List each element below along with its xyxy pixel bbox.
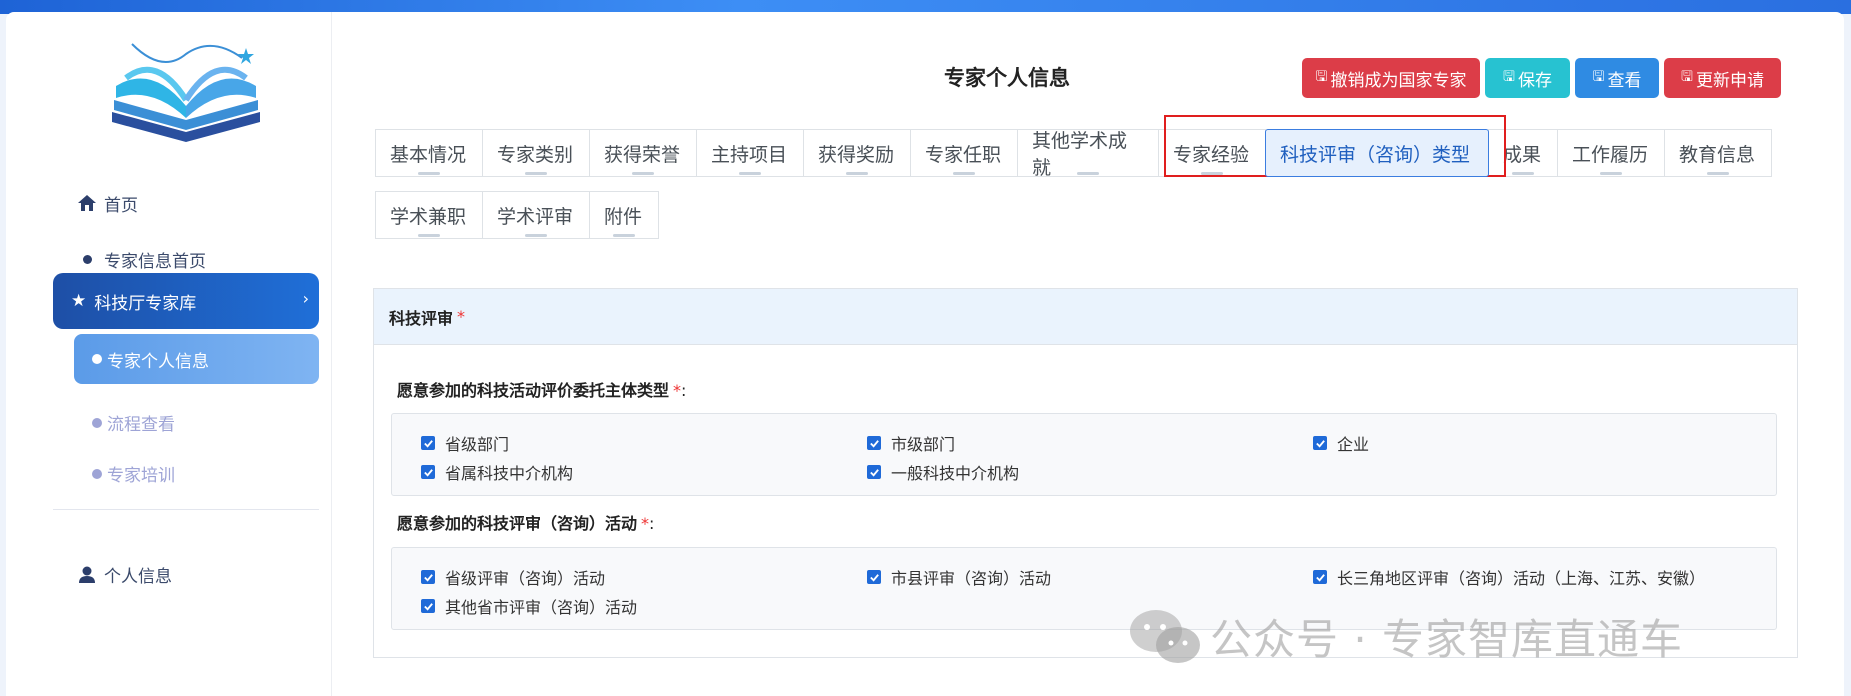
nav-expert-home-label: 专家信息首页 bbox=[104, 251, 206, 272]
tab-education[interactable]: 教育信息 bbox=[1664, 129, 1772, 177]
sub-item-training[interactable]: 专家培训 bbox=[92, 461, 175, 486]
sub-item-personal-info[interactable]: 专家个人信息 bbox=[74, 334, 319, 384]
wechat-icon bbox=[1130, 609, 1200, 663]
tabs-row-2: 学术兼职 学术评审 附件 bbox=[375, 191, 659, 239]
option-label: 长三角地区评审（咨询）活动（上海、江苏、安徽） bbox=[1337, 569, 1706, 588]
required-mark: * bbox=[457, 307, 466, 326]
nav-personal-info-label: 个人信息 bbox=[104, 566, 172, 587]
checkbox-checked-icon[interactable] bbox=[421, 599, 435, 613]
review-panel: 科技评审 * 愿意参加的科技活动评价委托主体类型 *: 省级部门 市级部门 企业 … bbox=[373, 288, 1798, 658]
q2-label-text: 愿意参加的科技评审（咨询）活动 bbox=[397, 514, 638, 533]
view-button[interactable]: 🖫 查看 bbox=[1575, 58, 1659, 98]
q1-options: 省级部门 市级部门 企业 省属科技中介机构 一般科技中介机构 bbox=[391, 413, 1777, 496]
save-label: 保存 bbox=[1517, 70, 1552, 91]
checkbox-checked-icon[interactable] bbox=[1313, 570, 1327, 584]
nav-personal-info[interactable]: 个人信息 bbox=[76, 559, 172, 589]
nav-home-label: 首页 bbox=[104, 195, 138, 216]
home-icon bbox=[76, 195, 98, 211]
sidebar: 首页 专家信息首页 ★ 科技厅专家库 › 专家个人信息 流程查看 专家培训 个人… bbox=[6, 12, 332, 696]
tab-awards[interactable]: 获得奖励 bbox=[803, 129, 911, 177]
nav-home[interactable]: 首页 bbox=[76, 188, 138, 218]
watermark: 公众号 · 专家智库直通车 bbox=[1128, 606, 1683, 667]
checkbox-checked-icon[interactable] bbox=[867, 436, 881, 450]
nav-expert-database[interactable]: ★ 科技厅专家库 › bbox=[53, 273, 319, 329]
option-other-province-review[interactable]: 其他省市评审（咨询）活动 bbox=[421, 594, 637, 618]
bullet-icon bbox=[92, 417, 102, 428]
panel-title: 科技评审 bbox=[389, 308, 454, 328]
chevron-right-icon: › bbox=[302, 289, 309, 308]
watermark-text: 公众号 · 专家智库直通车 bbox=[1210, 615, 1684, 664]
option-provincial-review[interactable]: 省级评审（咨询）活动 bbox=[421, 565, 605, 589]
tab-attachments[interactable]: 附件 bbox=[589, 191, 659, 239]
tab-projects[interactable]: 主持项目 bbox=[696, 129, 804, 177]
user-icon bbox=[76, 566, 98, 583]
update-label: 更新申请 bbox=[1695, 70, 1764, 91]
checkbox-checked-icon[interactable] bbox=[1313, 436, 1327, 450]
tab-academic-posts[interactable]: 学术兼职 bbox=[375, 191, 483, 239]
checkbox-checked-icon[interactable] bbox=[867, 465, 881, 479]
option-label: 企业 bbox=[1337, 435, 1370, 454]
tab-review-type[interactable]: 科技评审（咨询）类型 bbox=[1265, 129, 1489, 177]
option-label: 省级部门 bbox=[445, 435, 510, 454]
tabs-row-1: 基本情况 专家类别 获得荣誉 主持项目 获得奖励 专家任职 其他学术成就 专家经… bbox=[375, 129, 1772, 179]
bullet-icon bbox=[92, 354, 102, 364]
revoke-label: 撤销成为国家专家 bbox=[1330, 70, 1467, 91]
option-label: 市县评审（咨询）活动 bbox=[891, 569, 1052, 588]
tab-expert-category[interactable]: 专家类别 bbox=[482, 129, 590, 177]
option-label: 其他省市评审（咨询）活动 bbox=[445, 598, 638, 617]
panel-header: 科技评审 * bbox=[374, 289, 1797, 345]
option-provincial-dept[interactable]: 省级部门 bbox=[421, 431, 509, 455]
checkbox-checked-icon[interactable] bbox=[867, 570, 881, 584]
option-yangtze-delta-review[interactable]: 长三角地区评审（咨询）活动（上海、江苏、安徽） bbox=[1313, 565, 1705, 589]
tab-honors[interactable]: 获得荣誉 bbox=[589, 129, 697, 177]
q2-label: 愿意参加的科技评审（咨询）活动 *: bbox=[397, 510, 654, 534]
tab-work-history[interactable]: 工作履历 bbox=[1557, 129, 1665, 177]
save-icon: 🖫 bbox=[1681, 69, 1693, 85]
nav-expert-database-label: 科技厅专家库 bbox=[94, 293, 197, 314]
bullet-icon bbox=[76, 254, 98, 264]
app-frame: 首页 专家信息首页 ★ 科技厅专家库 › 专家个人信息 流程查看 专家培训 个人… bbox=[6, 12, 1844, 696]
save-button[interactable]: 🖫 保存 bbox=[1485, 58, 1570, 98]
option-label: 市级部门 bbox=[891, 435, 956, 454]
required-mark: * bbox=[673, 381, 682, 400]
save-icon: 🖫 bbox=[1503, 69, 1515, 85]
required-mark: * bbox=[641, 514, 650, 533]
option-provincial-agency[interactable]: 省属科技中介机构 bbox=[421, 460, 573, 484]
tab-academic-review[interactable]: 学术评审 bbox=[482, 191, 590, 239]
page-title: 专家个人信息 bbox=[944, 66, 1070, 90]
sub-item-label: 专家个人信息 bbox=[107, 351, 209, 372]
checkbox-checked-icon[interactable] bbox=[421, 570, 435, 584]
option-label: 省级评审（咨询）活动 bbox=[445, 569, 606, 588]
option-city-dept[interactable]: 市级部门 bbox=[867, 431, 955, 455]
sidebar-divider bbox=[53, 509, 319, 510]
option-city-county-review[interactable]: 市县评审（咨询）活动 bbox=[867, 565, 1051, 589]
sub-item-label: 流程查看 bbox=[107, 415, 175, 435]
q1-label-text: 愿意参加的科技活动评价委托主体类型 bbox=[397, 381, 670, 400]
option-label: 省属科技中介机构 bbox=[445, 464, 574, 483]
sub-item-process[interactable]: 流程查看 bbox=[92, 410, 175, 435]
checkbox-checked-icon[interactable] bbox=[421, 465, 435, 479]
sub-item-label: 专家培训 bbox=[107, 466, 175, 486]
update-application-button[interactable]: 🖫 更新申请 bbox=[1664, 58, 1781, 98]
checkbox-checked-icon[interactable] bbox=[421, 436, 435, 450]
save-icon: 🖫 bbox=[1315, 69, 1328, 85]
tab-basic-info[interactable]: 基本情况 bbox=[375, 129, 483, 177]
q2-colon: : bbox=[649, 514, 655, 533]
view-label: 查看 bbox=[1607, 70, 1642, 91]
tab-other-achievements[interactable]: 其他学术成就 bbox=[1017, 129, 1159, 179]
bullet-icon bbox=[92, 468, 102, 479]
save-icon: 🖫 bbox=[1592, 69, 1605, 85]
option-label: 一般科技中介机构 bbox=[891, 464, 1020, 483]
revoke-national-expert-button[interactable]: 🖫 撤销成为国家专家 bbox=[1302, 58, 1480, 98]
option-general-agency[interactable]: 一般科技中介机构 bbox=[867, 460, 1019, 484]
tab-positions[interactable]: 专家任职 bbox=[910, 129, 1018, 177]
q1-label: 愿意参加的科技活动评价委托主体类型 *: bbox=[397, 377, 686, 401]
book-logo bbox=[112, 43, 260, 142]
q1-colon: : bbox=[681, 381, 687, 400]
star-icon: ★ bbox=[71, 291, 87, 311]
option-enterprise[interactable]: 企业 bbox=[1313, 431, 1369, 455]
nav-expert-home[interactable]: 专家信息首页 bbox=[76, 244, 206, 274]
